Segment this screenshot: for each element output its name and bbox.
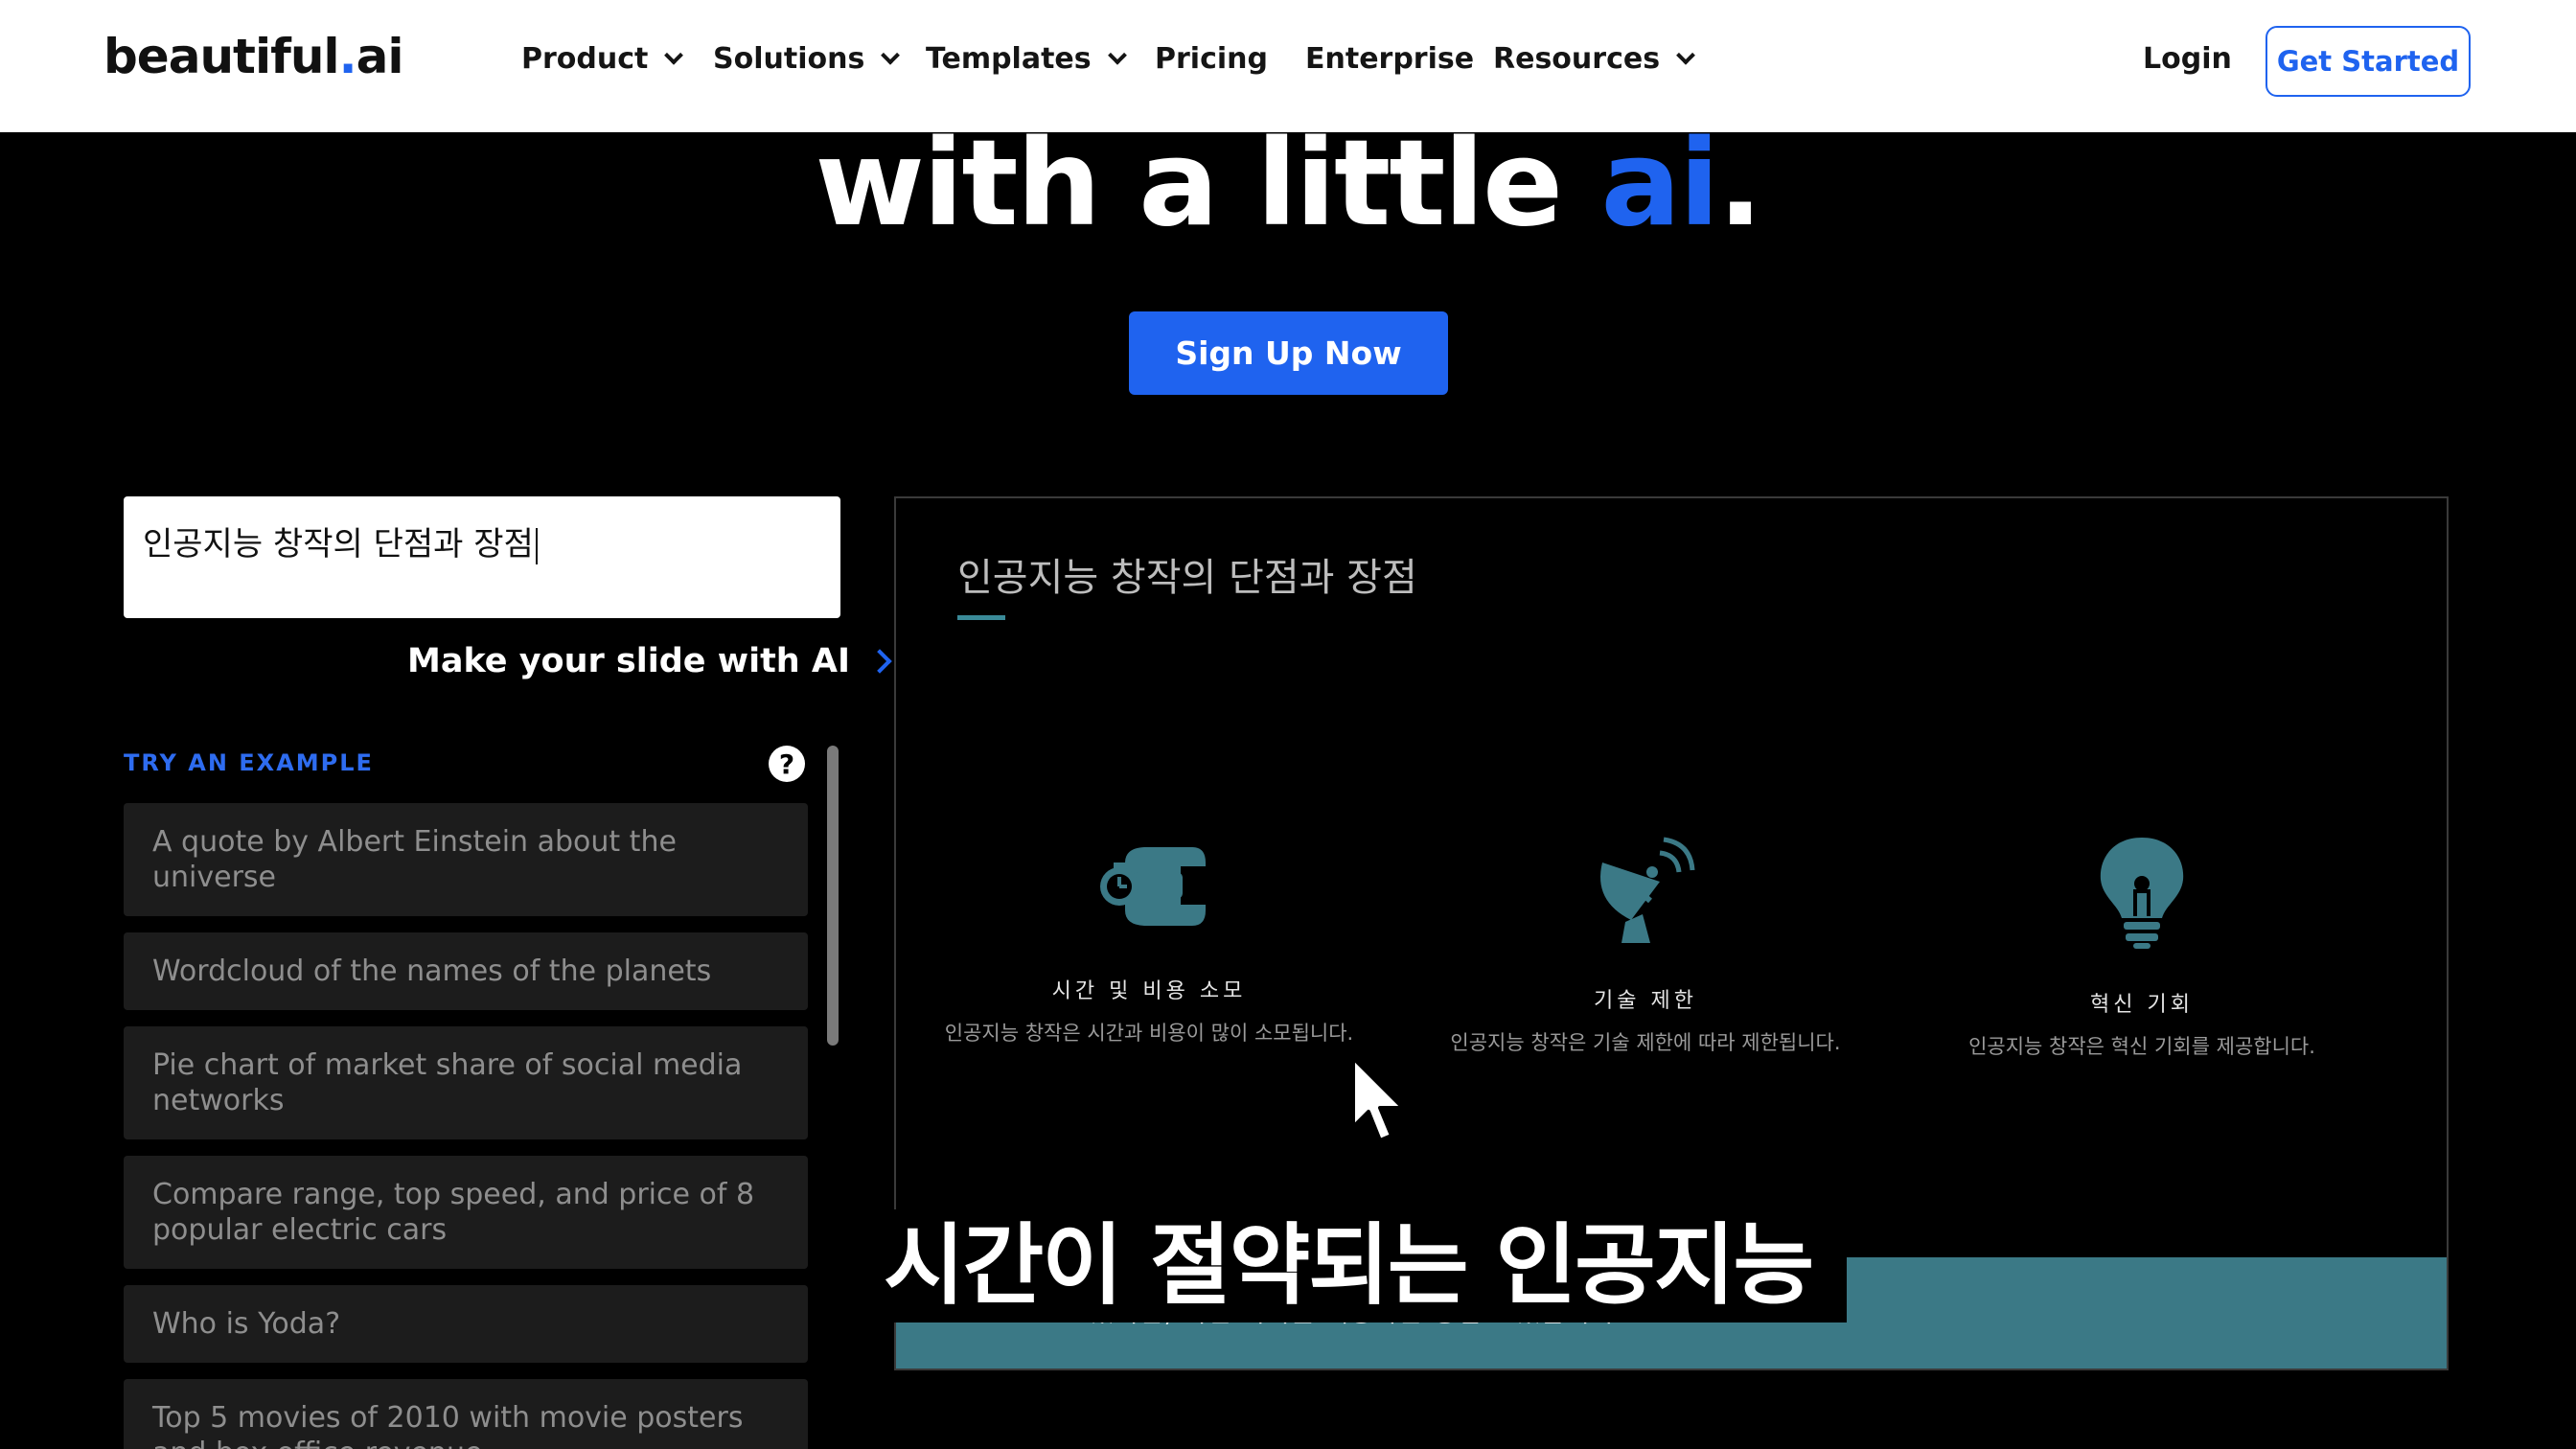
make-slide-button[interactable]: Make your slide with AI — [407, 642, 892, 680]
top-navbar: beautiful.ai Product Solutions Templates… — [0, 0, 2576, 132]
get-started-button[interactable]: Get Started — [2266, 26, 2471, 97]
column-body: 인공지능 창작은 시간과 비용이 많이 소모됩니다. — [944, 1022, 1354, 1045]
slide-column-1: 시간 및 비용 소모 인공지능 창작은 시간과 비용이 많이 소모됩니다. — [900, 834, 1398, 1046]
example-item[interactable]: Wordcloud of the names of the planets — [124, 932, 808, 1010]
nav-label: Product — [521, 42, 649, 76]
nav-label: Enterprise — [1305, 42, 1475, 76]
nav-solutions[interactable]: Solutions — [713, 42, 901, 76]
prompt-input[interactable]: 인공지능 창작의 단점과 장점 — [124, 496, 840, 618]
mouse-cursor-icon — [1351, 1056, 1405, 1142]
hero-period: . — [1717, 115, 1763, 253]
example-item[interactable]: Top 5 movies of 2010 with movie posters … — [124, 1379, 808, 1449]
column-title: 시간 및 비용 소모 — [1051, 979, 1247, 1003]
nav-templates[interactable]: Templates — [926, 42, 1127, 76]
chevron-down-icon — [664, 45, 684, 65]
nav-label: Solutions — [713, 42, 865, 76]
example-item[interactable]: Who is Yoda? — [124, 1285, 808, 1363]
try-example-header: TRY AN EXAMPLE — [124, 749, 374, 776]
logo-dot: . — [338, 29, 357, 84]
column-body: 인공지능 창작은 혁신 기회를 제공합니다. — [1968, 1035, 2315, 1058]
example-item[interactable]: Pie chart of market share of social medi… — [124, 1026, 808, 1139]
satellite-dish-icon — [1600, 837, 1695, 943]
login-link[interactable]: Login — [2143, 42, 2232, 76]
chevron-right-icon — [867, 649, 892, 674]
hero-line: with a little — [815, 115, 1601, 253]
watch-icon — [1100, 847, 1206, 926]
hero-accent: ai — [1600, 115, 1719, 253]
column-body: 인공지능 창작은 기술 제한에 따라 제한됩니다. — [1450, 1031, 1841, 1054]
slide-column-2: 기술 제한 인공지능 창작은 기술 제한에 따라 제한됩니다. — [1396, 834, 1895, 1056]
lightbulb-icon — [2100, 838, 2184, 949]
scrollbar-thumb[interactable] — [827, 746, 839, 1046]
make-slide-label: Make your slide with AI — [407, 642, 851, 680]
example-list: A quote by Albert Einstein about the uni… — [124, 803, 808, 1449]
nav-label: Templates — [926, 42, 1092, 76]
slide-column-3: 혁신 기회 인공지능 창작은 혁신 기회를 제공합니다. — [1893, 834, 2391, 1060]
chevron-down-icon — [881, 45, 901, 65]
nav-label: Resources — [1493, 42, 1661, 76]
column-title: 기술 제한 — [1594, 989, 1697, 1013]
example-item[interactable]: A quote by Albert Einstein about the uni… — [124, 803, 808, 916]
slide-title: 인공지능 창작의 단점과 장점 — [957, 556, 1417, 600]
chevron-down-icon — [1676, 45, 1695, 65]
nav-resources[interactable]: Resources — [1493, 42, 1695, 76]
nav-enterprise[interactable]: Enterprise — [1305, 42, 1474, 76]
text-caret — [535, 527, 538, 564]
nav-pricing[interactable]: Pricing — [1155, 42, 1268, 76]
video-caption: 시간이 절약되는 인공지능 — [874, 1209, 1848, 1322]
example-item[interactable]: Compare range, top speed, and price of 8… — [124, 1156, 808, 1269]
title-underline — [957, 615, 1005, 620]
help-icon[interactable]: ? — [769, 746, 805, 782]
nav-label: Pricing — [1155, 42, 1268, 76]
hero-headline: with a little ai. — [0, 115, 2576, 253]
prompt-value: 인공지능 창작의 단점과 장점 — [143, 525, 534, 564]
nav-product[interactable]: Product — [521, 42, 684, 76]
logo-suffix: ai — [356, 29, 404, 84]
logo[interactable]: beautiful.ai — [104, 29, 404, 84]
column-title: 혁신 기회 — [2090, 993, 2194, 1017]
sign-up-now-button[interactable]: Sign Up Now — [1129, 311, 1448, 395]
logo-text: beautiful — [104, 29, 340, 84]
chevron-down-icon — [1107, 45, 1127, 65]
